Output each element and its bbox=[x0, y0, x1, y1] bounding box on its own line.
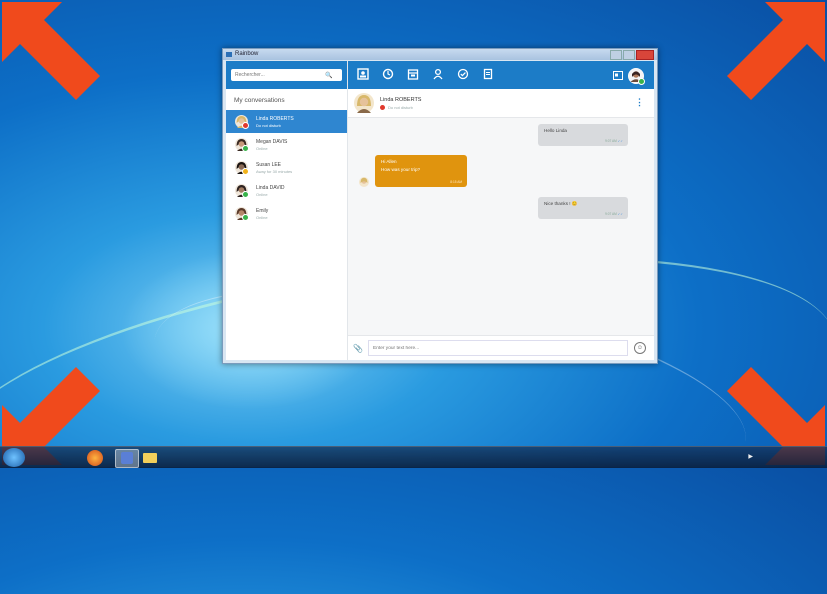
more-options-icon[interactable]: ⋮ bbox=[635, 97, 644, 108]
contact-avatar bbox=[354, 93, 374, 113]
maximize-button[interactable] bbox=[623, 50, 635, 60]
start-button[interactable] bbox=[3, 448, 25, 467]
message-text: Hello Linda bbox=[544, 128, 567, 133]
message-text-line-2: How was your trip? bbox=[381, 167, 421, 172]
incoming-sender-avatar bbox=[359, 174, 369, 187]
message-text-line-1: Hi Allen bbox=[381, 159, 397, 164]
windows-taskbar: ▶ bbox=[0, 446, 827, 468]
top-toolbar bbox=[348, 61, 654, 89]
check-icon[interactable] bbox=[456, 68, 470, 82]
conversation-avatar bbox=[235, 207, 249, 221]
document-icon[interactable] bbox=[481, 68, 495, 82]
conversation-avatar bbox=[235, 161, 249, 175]
emoji-icon[interactable]: ☺ bbox=[634, 342, 646, 354]
message-time: 8:15 AM bbox=[450, 180, 462, 184]
my-avatar[interactable] bbox=[628, 68, 645, 85]
conversation-status: Online bbox=[256, 145, 268, 151]
history-icon[interactable] bbox=[381, 68, 395, 82]
app-logo-icon bbox=[226, 52, 232, 57]
conversation-avatar bbox=[235, 115, 249, 129]
search-icon[interactable]: 🔍 bbox=[325, 72, 332, 79]
firefox-taskbar-icon[interactable] bbox=[87, 450, 103, 466]
message-bubble-incoming: Hi Allen How was your trip? 8:15 AM bbox=[375, 155, 467, 187]
presence-status-dot bbox=[242, 168, 249, 175]
message-composer: 📎 ☺ bbox=[348, 335, 654, 360]
conversation-name: Linda DAVID bbox=[256, 184, 285, 191]
conversation-status: Online bbox=[256, 214, 268, 220]
user-icon[interactable] bbox=[431, 68, 445, 82]
contacts-icon[interactable] bbox=[356, 68, 370, 82]
rainbow-taskbar-icon[interactable] bbox=[115, 449, 139, 468]
conversation-item[interactable]: Megan DAVIS Online bbox=[226, 133, 347, 156]
minimize-button[interactable] bbox=[610, 50, 622, 60]
read-receipt-icon: ✓✓ bbox=[617, 139, 623, 143]
presence-status-dot bbox=[242, 214, 249, 221]
conversation-avatar bbox=[235, 184, 249, 198]
search-box: 🔍 bbox=[231, 69, 342, 81]
conversation-name: Megan DAVIS bbox=[256, 138, 288, 145]
conversation-name: Emily bbox=[256, 207, 269, 214]
message-time: 9:07 AM bbox=[605, 139, 617, 143]
calendar-icon[interactable] bbox=[406, 68, 420, 82]
conversation-name: Linda ROBERTS bbox=[256, 115, 294, 122]
conversation-avatar bbox=[235, 138, 249, 152]
presence-status-dot bbox=[242, 122, 249, 129]
window-title: Rainbow bbox=[235, 51, 259, 57]
expand-arrow-top-left-icon bbox=[2, 2, 100, 100]
conversation-status: Away for 30 minutes bbox=[256, 168, 293, 174]
app-window: Rainbow 🔍 My conversations Linda ROBERTS… bbox=[222, 48, 658, 364]
search-input[interactable] bbox=[235, 72, 325, 78]
contact-header: Linda ROBERTS Do not disturb ⋮ bbox=[348, 89, 654, 118]
conversation-item[interactable]: Linda DAVID Online bbox=[226, 179, 347, 202]
window-titlebar[interactable]: Rainbow bbox=[223, 49, 657, 60]
contact-status: Do not disturb bbox=[388, 104, 413, 110]
conversation-item[interactable]: Emily Online bbox=[226, 202, 347, 225]
dnd-status-icon bbox=[380, 104, 385, 110]
presence-status-dot bbox=[242, 145, 249, 152]
contact-name: Linda ROBERTS bbox=[380, 96, 422, 103]
conversation-item[interactable]: Susan LEE Away for 30 minutes bbox=[226, 156, 347, 179]
close-button[interactable] bbox=[636, 50, 654, 60]
my-status-dot bbox=[638, 78, 645, 85]
system-tray[interactable]: ▶ bbox=[748, 453, 753, 460]
message-time: 9:07 AM bbox=[605, 212, 617, 216]
conversations-title: My conversations bbox=[234, 97, 285, 104]
message-bubble-outgoing: Nice thanks ! 😊 9:07 AM ✓✓ bbox=[538, 197, 628, 219]
conversation-status: Do not disturb bbox=[256, 122, 281, 128]
attach-file-icon[interactable]: 📎 bbox=[348, 344, 368, 353]
conversations-sidebar: 🔍 My conversations Linda ROBERTSDo not d… bbox=[226, 61, 348, 360]
conversation-name: Susan LEE bbox=[256, 161, 282, 168]
explorer-taskbar-icon[interactable] bbox=[142, 449, 158, 466]
message-list: Hello Linda 9:07 AM ✓✓ Hi Allen How was … bbox=[348, 118, 654, 335]
expand-arrow-top-right-icon bbox=[727, 2, 825, 100]
presence-status-dot bbox=[242, 191, 249, 198]
read-receipt-icon: ✓✓ bbox=[617, 212, 623, 216]
message-text: Nice thanks ! 😊 bbox=[544, 201, 578, 206]
conversation-list: Linda ROBERTS Do not disturb Megan DAVIS On… bbox=[226, 110, 347, 225]
conversation-status: Online bbox=[256, 191, 268, 197]
chat-pane: Linda ROBERTS Do not disturb ⋮ Hello Lin… bbox=[348, 61, 654, 360]
message-bubble-outgoing: Hello Linda 9:07 AM ✓✓ bbox=[538, 124, 628, 146]
presence-card-icon[interactable] bbox=[613, 67, 623, 85]
conversation-item[interactable]: Linda ROBERTS Do not disturb bbox=[226, 110, 347, 133]
message-input[interactable] bbox=[368, 340, 628, 356]
